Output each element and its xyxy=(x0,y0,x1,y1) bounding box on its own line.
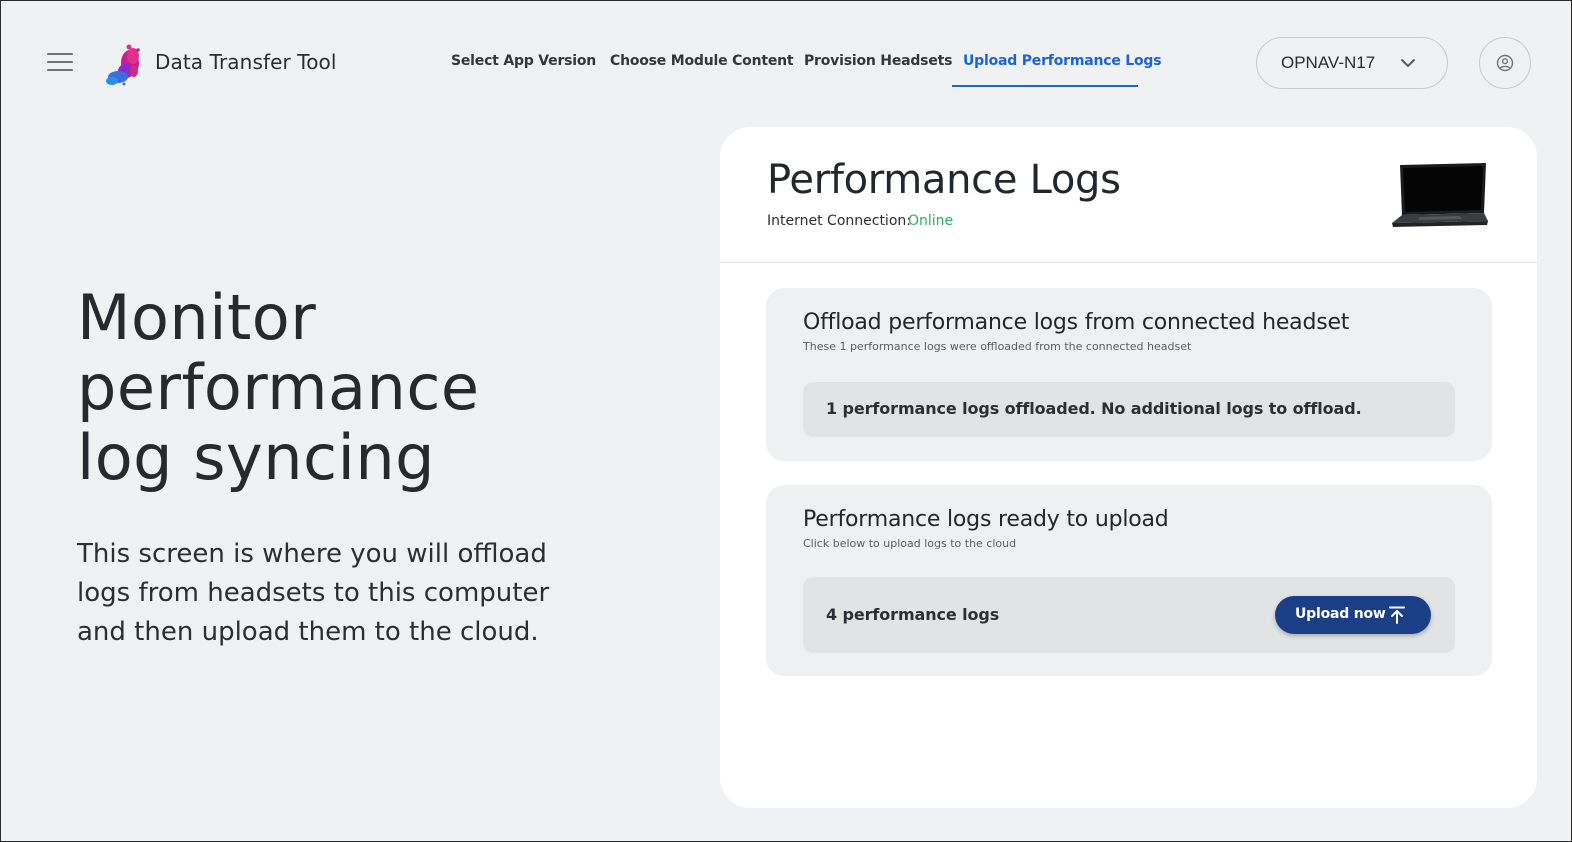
hamburger-menu-icon[interactable] xyxy=(45,53,75,75)
nav-choose-module-content[interactable]: Choose Module Content xyxy=(610,53,794,69)
performance-logs-card: Performance Logs Internet Connection: On… xyxy=(720,127,1537,808)
card-title: Performance Logs xyxy=(767,157,1121,203)
upload-count-text: 4 performance logs xyxy=(826,605,1000,624)
laptop-icon xyxy=(1390,161,1490,229)
device-select[interactable]: OPNAV-N17 xyxy=(1256,37,1448,89)
hero-title: Monitor performance log syncing xyxy=(77,283,480,493)
offload-status-row: 1 performance logs offloaded. No additio… xyxy=(803,382,1455,437)
upload-panel-title: Performance logs ready to upload xyxy=(803,507,1169,532)
upload-now-label: Upload now xyxy=(1295,606,1386,622)
nav-provision-headsets[interactable]: Provision Headsets xyxy=(804,53,952,69)
hero-title-line: performance xyxy=(77,351,480,424)
upload-now-button[interactable]: Upload now xyxy=(1275,596,1431,634)
app-header: Data Transfer Tool Select App Version Ch… xyxy=(1,1,1571,121)
user-circle-icon xyxy=(1496,54,1514,72)
app-logo xyxy=(105,41,145,87)
offload-panel: Offload performance logs from connected … xyxy=(766,288,1492,461)
hero-title-line: log syncing xyxy=(77,421,435,494)
upload-row: 4 performance logs Upload now xyxy=(803,577,1455,653)
device-select-value: OPNAV-N17 xyxy=(1281,53,1376,72)
chevron-down-icon xyxy=(1401,59,1415,67)
upload-arrow-icon xyxy=(1389,606,1405,624)
account-button[interactable] xyxy=(1479,37,1531,89)
upload-panel-subtitle: Click below to upload logs to the cloud xyxy=(803,537,1017,550)
offload-panel-title: Offload performance logs from connected … xyxy=(803,310,1350,335)
connection-status: Online xyxy=(908,213,954,229)
offload-status-text: 1 performance logs offloaded. No additio… xyxy=(826,399,1362,418)
nav-upload-performance-logs[interactable]: Upload Performance Logs xyxy=(963,53,1162,69)
active-tab-indicator xyxy=(952,85,1138,87)
app-title: Data Transfer Tool xyxy=(155,50,337,74)
upload-panel: Performance logs ready to upload Click b… xyxy=(766,485,1492,676)
offload-panel-subtitle: These 1 performance logs were offloaded … xyxy=(803,340,1192,353)
hero-description: This screen is where you will offload lo… xyxy=(77,539,550,647)
hero-title-line: Monitor xyxy=(77,281,317,354)
connection-label: Internet Connection: xyxy=(767,213,911,229)
nav-select-app-version[interactable]: Select App Version xyxy=(451,53,596,69)
card-divider xyxy=(720,262,1537,263)
